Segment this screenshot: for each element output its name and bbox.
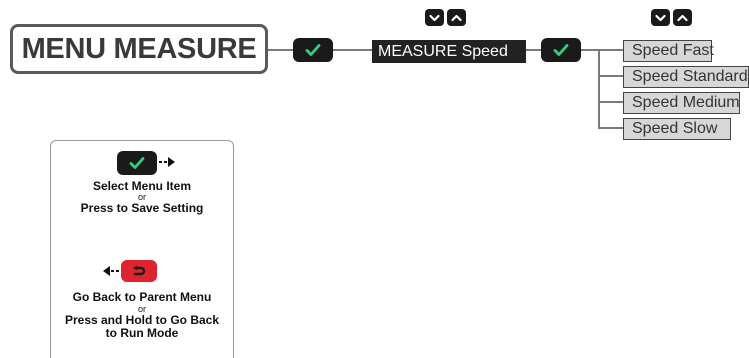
menu-title: MENU MEASURE [10, 24, 268, 74]
legend-save-text: Press to Save Setting [80, 201, 204, 215]
check-icon [553, 44, 569, 56]
chevron-down-icon [655, 14, 666, 21]
check-icon [129, 157, 145, 169]
legend-run-mode-text: to Run Mode [105, 326, 179, 340]
scroll-up-button[interactable] [673, 9, 692, 26]
legend-select-button [117, 151, 157, 175]
arrow-right-icon [159, 157, 175, 167]
option-speed-standard[interactable]: Speed Standard [623, 66, 749, 88]
legend-back-button [121, 260, 157, 282]
option-speed-medium[interactable]: Speed Medium [623, 92, 740, 114]
scroll-down-button[interactable] [651, 9, 670, 26]
connector-option-2 [598, 75, 623, 77]
connector-option-4 [598, 127, 623, 129]
return-icon [133, 265, 146, 276]
scroll-down-button[interactable] [425, 9, 444, 26]
arrow-left-icon [103, 266, 119, 276]
connector-options-vertical [598, 49, 600, 128]
chevron-down-icon [429, 14, 440, 21]
legend-box: Select Menu Item or Press to Save Settin… [50, 140, 234, 358]
check-icon [305, 44, 321, 56]
option-speed-fast[interactable]: Speed Fast [623, 40, 714, 62]
connector-option-3 [598, 101, 623, 103]
chevron-up-icon [677, 14, 688, 21]
scroll-up-button[interactable] [447, 9, 466, 26]
chevron-up-icon [451, 14, 462, 21]
select-button[interactable] [293, 38, 333, 62]
select-button[interactable] [541, 38, 581, 62]
option-speed-slow[interactable]: Speed Slow [623, 118, 731, 140]
legend-back-text: Go Back to Parent Menu [72, 290, 212, 304]
submenu-label: MEASURE Speed [372, 40, 526, 63]
